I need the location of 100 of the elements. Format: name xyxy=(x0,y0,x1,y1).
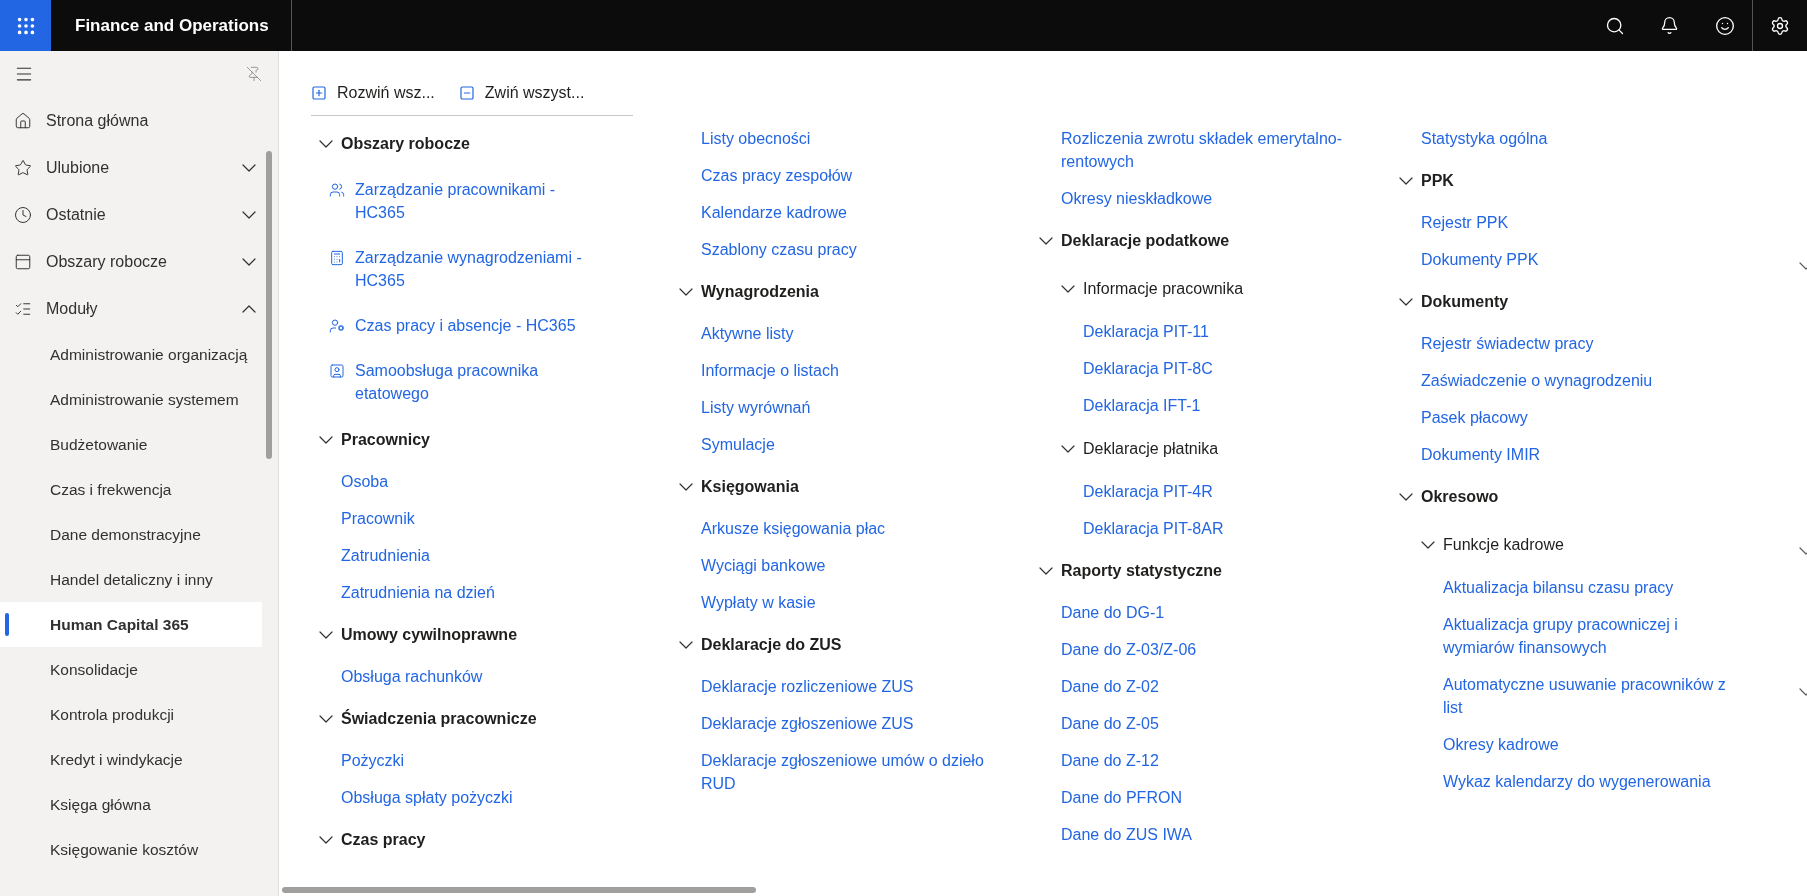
unpin-button[interactable] xyxy=(244,64,264,84)
menu-link[interactable]: Dane do Z-02 xyxy=(1061,668,1159,705)
menu-link[interactable]: Aktualizacja bilansu czasu pracy xyxy=(1443,569,1674,606)
menu-link[interactable]: Deklaracja PIT-8AR xyxy=(1083,510,1224,547)
chevron-icon xyxy=(319,835,333,844)
group-header[interactable]: Deklaracje płatnika xyxy=(1031,424,1391,473)
module-item[interactable]: Dane demonstracyjne xyxy=(0,512,262,557)
workspace-link[interactable]: Zarządzanie wynagrodzeniami - HC365 xyxy=(355,246,607,292)
menu-link[interactable]: Okresy nieskładkowe xyxy=(1061,180,1213,217)
menu-link[interactable]: Arkusze księgowania płac xyxy=(701,510,886,547)
menu-link[interactable]: Aktualizacja grupy pracowniczej i wymiarów finansowych xyxy=(1443,606,1743,666)
menu-link[interactable]: Rejestr PPK xyxy=(1421,204,1509,241)
menu-link[interactable]: Wykaz kalendarzy do wygenerowania xyxy=(1443,763,1711,800)
menu-link[interactable]: Okresy kadrowe xyxy=(1443,726,1559,763)
menu-link[interactable]: Symulacje xyxy=(701,426,775,463)
menu-link[interactable]: Pasek płacowy xyxy=(1421,399,1528,436)
menu-link[interactable]: Pożyczki xyxy=(341,742,405,779)
menu-link[interactable]: Zatrudnienia na dzień xyxy=(341,574,495,611)
module-item[interactable]: Konsolidacje xyxy=(0,647,262,692)
group-header[interactable]: Świadczenia pracownicze xyxy=(311,695,671,742)
workspace-link[interactable]: Samoobsługa pracownika etatowego xyxy=(355,359,607,405)
group-header[interactable]: Deklaracje podatkowe xyxy=(1031,217,1391,264)
nav-item[interactable]: Moduły xyxy=(0,285,278,332)
scrollbar[interactable] xyxy=(266,151,272,459)
expand-all-button[interactable]: Rozwiń wsz... xyxy=(311,84,435,102)
menu-link[interactable]: Dane do Z-12 xyxy=(1061,742,1159,779)
menu-link[interactable]: Listy wyrównań xyxy=(701,389,811,426)
collapse-all-button[interactable]: Zwiń wszyst... xyxy=(458,84,585,102)
nav-item[interactable]: Strona główna xyxy=(0,97,278,144)
menu-link[interactable]: Kalendarze kadrowe xyxy=(701,194,847,231)
menu-link[interactable]: Dokumenty PPK xyxy=(1421,241,1539,278)
menu-link[interactable]: Dokumenty IMIR xyxy=(1421,436,1541,473)
app-launcher-button[interactable] xyxy=(0,0,51,51)
menu-link[interactable]: Listy obecności xyxy=(701,120,811,157)
group-header[interactable]: Okresowo xyxy=(1391,473,1751,520)
menu-link[interactable]: Deklaracja IFT-1 xyxy=(1083,387,1201,424)
menu-link[interactable]: Deklaracja PIT-8C xyxy=(1083,350,1213,387)
menu-link[interactable]: Deklaracje rozliczeniowe ZUS xyxy=(701,668,914,705)
menu-link[interactable]: Osoba xyxy=(341,463,389,500)
nav-item[interactable]: Obszary robocze xyxy=(0,238,278,285)
menu-link[interactable]: Wypłaty w kasie xyxy=(701,584,816,621)
module-item[interactable]: Budżetowanie xyxy=(0,422,262,467)
group-header[interactable]: Księgowania xyxy=(671,463,1031,510)
chevron-icon xyxy=(1399,297,1413,306)
menu-link[interactable]: Rejestr świadectw pracy xyxy=(1421,325,1594,362)
module-item[interactable]: Administrowanie organizacją xyxy=(0,332,262,377)
chevron-icon xyxy=(1399,176,1413,185)
group-header[interactable]: PPK xyxy=(1391,157,1751,204)
menu-link[interactable]: Dane do ZUS IWA xyxy=(1061,816,1192,853)
module-item[interactable]: Księgowanie kosztów xyxy=(0,827,262,872)
group-header[interactable]: Czas pracy xyxy=(311,816,671,863)
menu-link[interactable]: Deklaracja PIT-4R xyxy=(1083,473,1213,510)
menu-link[interactable]: Szablony czasu pracy xyxy=(701,231,857,268)
menu-link[interactable]: Zaświadczenie o wynagrodzeniu xyxy=(1421,362,1653,399)
group-header[interactable]: Wynagrodzenia xyxy=(671,268,1031,315)
menu-link[interactable]: Dane do Z-03/Z-06 xyxy=(1061,631,1197,668)
menu-link[interactable]: Deklaracja PIT-11 xyxy=(1083,313,1209,350)
menu-link[interactable]: Obsługa rachunków xyxy=(341,658,483,695)
module-item[interactable]: Administrowanie systemem xyxy=(0,377,262,422)
menu-link[interactable]: Obsługa spłaty pożyczki xyxy=(341,779,513,816)
workspace-icon xyxy=(329,182,345,198)
group-header[interactable]: Raporty statystyczne xyxy=(1031,547,1391,594)
chevron-icon xyxy=(679,482,693,491)
workspace-link[interactable]: Zarządzanie pracownikami - HC365 xyxy=(355,178,607,224)
menu-link[interactable]: Rozliczenia zwrotu składek emerytalno-rentowych xyxy=(1061,120,1376,180)
menu-link[interactable]: Informacje o listach xyxy=(701,352,839,389)
menu-link[interactable]: Deklaracje zgłoszeniowe umów o dzieło RUD xyxy=(701,742,1016,802)
group-header[interactable]: Funkcje kadrowe xyxy=(1391,520,1751,569)
group-header[interactable]: Dokumenty xyxy=(1391,278,1751,325)
smiley-icon xyxy=(1714,15,1735,36)
menu-link[interactable]: Automatyczne usuwanie pracowników z list xyxy=(1443,666,1743,726)
group-header[interactable]: Pracownicy xyxy=(311,416,671,463)
group-header[interactable]: Informacje pracownika xyxy=(1031,264,1391,313)
chevron-down-icon xyxy=(242,257,256,266)
chevron-icon xyxy=(319,630,333,639)
menu-link[interactable]: Wyciągi bankowe xyxy=(701,547,826,584)
group-header[interactable]: Umowy cywilnoprawne xyxy=(311,611,671,658)
module-item[interactable]: Handel detaliczny i inny xyxy=(0,557,262,602)
module-item[interactable]: Human Capital 365 xyxy=(0,602,262,647)
menu-link[interactable]: Dane do DG-1 xyxy=(1061,594,1165,631)
nav-item[interactable]: Ulubione xyxy=(0,144,278,191)
menu-link[interactable]: Dane do PFRON xyxy=(1061,779,1182,816)
module-item[interactable]: Czas i frekwencja xyxy=(0,467,262,512)
menu-link[interactable]: Zatrudnienia xyxy=(341,537,430,574)
module-item[interactable]: Księga główna xyxy=(0,782,262,827)
menu-link[interactable]: Pracownik xyxy=(341,500,415,537)
scrollbar[interactable] xyxy=(282,887,756,893)
group-header[interactable]: Deklaracje do ZUS xyxy=(671,621,1031,668)
module-item[interactable]: Kontrola produkcji xyxy=(0,692,262,737)
chevron-icon xyxy=(1061,284,1075,293)
group-header[interactable]: Obszary robocze xyxy=(311,120,671,167)
menu-link[interactable]: Statystyka ogólna xyxy=(1421,120,1548,157)
search-icon xyxy=(1604,15,1625,36)
workspace-link[interactable]: Czas pracy i absencje - HC365 xyxy=(355,314,576,337)
menu-link[interactable]: Deklaracje zgłoszeniowe ZUS xyxy=(701,705,914,742)
menu-link[interactable]: Aktywne listy xyxy=(701,315,794,352)
menu-link[interactable]: Dane do Z-05 xyxy=(1061,705,1159,742)
nav-item[interactable]: Ostatnie xyxy=(0,191,278,238)
menu-link[interactable]: Czas pracy zespołów xyxy=(701,157,853,194)
module-item[interactable]: Kredyt i windykacje xyxy=(0,737,262,782)
